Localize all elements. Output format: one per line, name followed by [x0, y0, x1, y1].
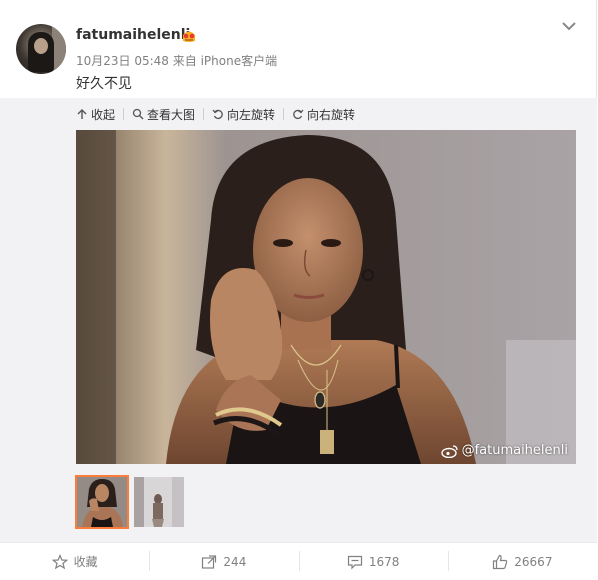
rotate-left-button[interactable]: 向左旋转 [212, 106, 275, 123]
comment-icon [347, 555, 362, 569]
collapse-button[interactable]: 收起 [76, 106, 115, 123]
username-link[interactable]: fatumaihelenli [76, 27, 190, 43]
collapse-label: 收起 [91, 107, 116, 122]
like-icon [493, 554, 508, 569]
toolbar-divider [283, 108, 285, 120]
thumbnail-image [77, 477, 127, 527]
favorite-label: 收藏 [73, 555, 98, 569]
rotate-right-label: 向右旋转 [307, 107, 356, 122]
photo-thumbnail-2[interactable] [134, 477, 184, 527]
post-text: 好久不见 [76, 76, 132, 92]
like-count: 26667 [514, 554, 553, 569]
repost-icon [202, 554, 217, 569]
post-photo[interactable]: @fatumaihelenli [76, 130, 576, 464]
toolbar-divider [203, 108, 205, 120]
weibo-post-card: fatumaihelenli 10月23日 05:48 来自 iPhone客户端… [0, 0, 597, 580]
repost-count: 244 [223, 554, 247, 569]
view-large-button[interactable]: 查看大图 [132, 106, 195, 123]
rotate-left-icon [212, 109, 223, 120]
watermark-text: @fatumaihelenli [461, 443, 568, 458]
rotate-right-button[interactable]: 向右旋转 [292, 106, 355, 123]
zoom-icon [132, 108, 144, 120]
thumbnail-image [134, 477, 184, 527]
chevron-down-icon[interactable] [561, 20, 577, 32]
vip-badge-icon[interactable] [181, 29, 197, 43]
photo-thumbnail-1[interactable] [75, 475, 129, 529]
rotate-left-label: 向左旋转 [227, 107, 276, 122]
view-large-label: 查看大图 [147, 107, 196, 122]
media-toolbar: 收起 查看大图 向左旋转 向右旋转 [76, 106, 355, 122]
comment-button[interactable]: 1678 [298, 543, 448, 580]
photo-watermark: @fatumaihelenli [440, 443, 568, 458]
post-action-bar: 收藏 244 1678 26667 [0, 542, 597, 580]
weibo-logo-icon [440, 444, 458, 458]
like-button[interactable]: 26667 [447, 543, 597, 580]
avatar[interactable] [16, 24, 66, 74]
star-icon [51, 553, 68, 569]
comment-count: 1678 [368, 554, 400, 569]
collapse-icon [77, 109, 87, 119]
post-timestamp[interactable]: 10月23日 05:48 [76, 54, 169, 68]
photo-illustration [76, 130, 576, 464]
post-meta: 10月23日 05:48 来自 iPhone客户端 [76, 52, 277, 69]
toolbar-divider [123, 108, 125, 120]
repost-button[interactable]: 244 [149, 543, 298, 580]
favorite-button[interactable]: 收藏 [0, 543, 149, 580]
post-source[interactable]: 来自 iPhone客户端 [173, 54, 277, 68]
rotate-right-icon [293, 109, 304, 120]
